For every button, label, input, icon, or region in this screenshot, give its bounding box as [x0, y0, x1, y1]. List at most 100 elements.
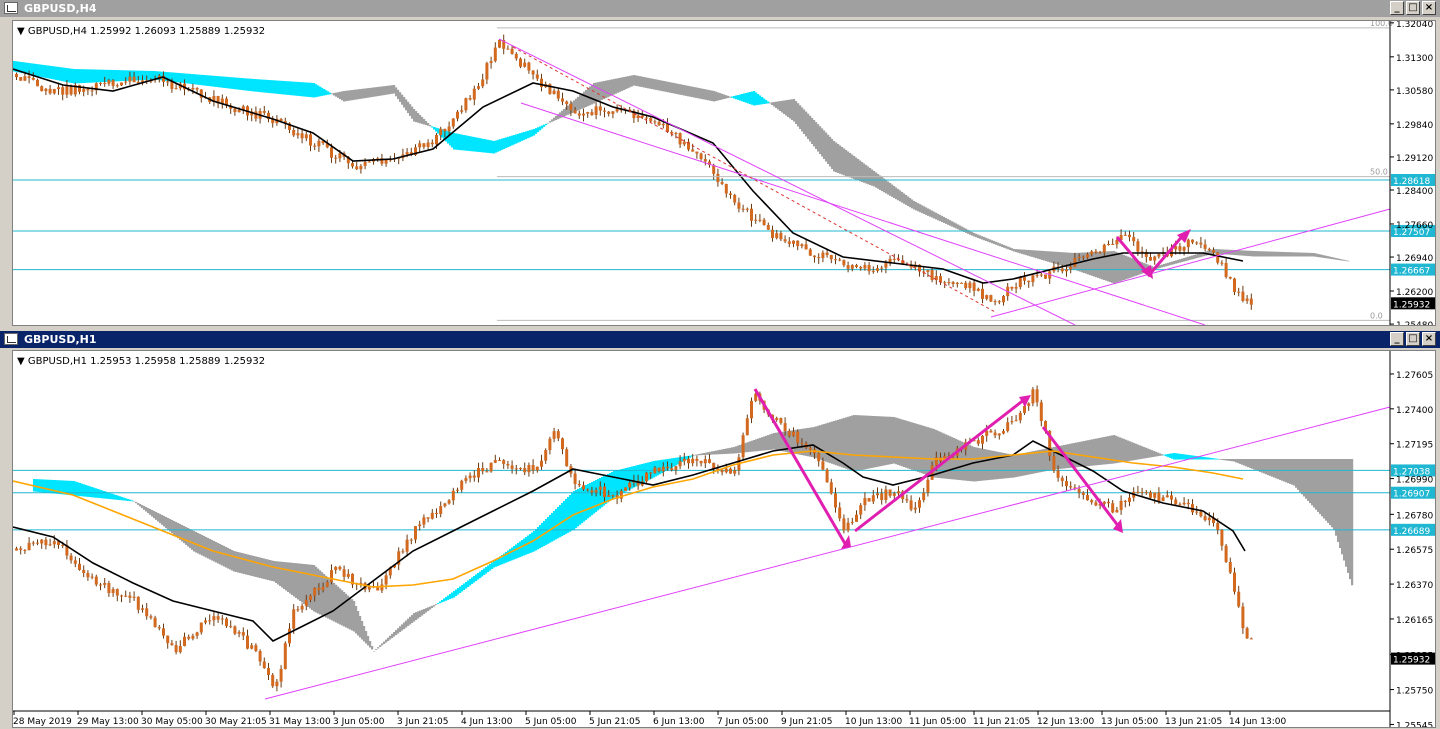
close-button[interactable]: × — [1422, 1, 1436, 15]
ichimoku-cloud-segment — [477, 573, 480, 580]
candle-body — [1081, 256, 1085, 258]
ichimoku-cloud-segment — [1087, 440, 1090, 467]
ichimoku-cloud-segment — [37, 479, 40, 492]
ichimoku-cloud-segment — [469, 136, 472, 152]
candle-body — [771, 229, 774, 239]
ichimoku-cloud-segment — [643, 463, 646, 483]
chart-area-h1[interactable]: 1.27038 1.26907 1.26689 28 May 2019 29 May 1… — [12, 350, 1436, 728]
ichimoku-cloud-segment — [843, 418, 846, 468]
ichimoku-cloud-segment — [435, 127, 438, 132]
candle-body — [1245, 628, 1249, 639]
candle-body — [1233, 572, 1236, 592]
chart-window-h4: GBPUSD,H4 _ □ × 1.28618 1.27507 1.26667 100… — [0, 0, 1440, 329]
ichimoku-cloud-segment — [461, 134, 464, 151]
ichimoku-cloud-segment — [1319, 459, 1322, 515]
ichimoku-cloud-segment — [979, 235, 982, 239]
ichimoku-cloud-segment — [213, 75, 216, 87]
ichimoku-cloud-segment — [937, 213, 940, 221]
candle-body — [926, 479, 930, 493]
candle-body — [699, 153, 703, 160]
candle-body — [191, 88, 195, 90]
candle-body — [863, 265, 867, 269]
ichimoku-cloud-segment — [241, 78, 244, 91]
price-tick-label: 1.26780 — [1396, 511, 1433, 521]
ichimoku-cloud-segment — [887, 181, 890, 195]
candle-body — [111, 589, 115, 594]
ichimoku-cloud-segment — [853, 156, 856, 179]
close-button[interactable]: × — [1422, 332, 1436, 346]
candle-body — [1224, 263, 1228, 277]
ichimoku-cloud-segment — [45, 65, 48, 78]
maximize-button[interactable]: □ — [1406, 332, 1420, 346]
ichimoku-cloud-segment — [981, 236, 984, 240]
ichimoku-cloud-segment — [639, 76, 642, 87]
ichimoku-cloud-segment — [391, 85, 394, 94]
ichimoku-cloud-segment — [297, 563, 300, 600]
ichimoku-cloud-segment — [105, 69, 108, 82]
ichimoku-cloud-segment — [741, 94, 744, 102]
candle-body — [456, 111, 459, 119]
ichimoku-cloud-segment — [125, 498, 128, 501]
ichimoku-cloud-segment — [1311, 459, 1314, 506]
maximize-button[interactable]: □ — [1406, 1, 1420, 15]
minimize-button[interactable]: _ — [1390, 1, 1404, 15]
ichimoku-cloud-segment — [849, 153, 852, 178]
price-tick-label: 1.28400 — [1396, 187, 1433, 197]
ichimoku-cloud-segment — [215, 75, 218, 87]
time-tick-label: 4 Jun 13:00 — [461, 717, 513, 727]
ichimoku-cloud-segment — [1055, 251, 1058, 265]
candle-body — [1161, 497, 1165, 502]
ichimoku-cloud-segment — [487, 565, 490, 572]
ichimoku-cloud-segment — [679, 84, 682, 95]
time-tick-label: 30 May 21:05 — [205, 717, 267, 727]
ichimoku-cloud-segment — [539, 126, 542, 131]
candle-body — [15, 548, 18, 551]
ichimoku-cloud-segment — [1351, 459, 1354, 586]
ichimoku-cloud-segment — [579, 488, 582, 525]
minimize-button[interactable]: _ — [1390, 332, 1404, 346]
chart-canvas-h1[interactable]: 1.270381.269071.2668928 May 2019 29 May 1… — [13, 351, 1435, 727]
candle-body — [464, 98, 468, 111]
time-tick-label: 10 Jun 13:00 — [845, 717, 902, 727]
ichimoku-cloud-segment — [373, 651, 376, 652]
candle-body — [930, 270, 934, 281]
ichimoku-cloud-segment — [1341, 259, 1344, 261]
ichimoku-cloud-segment — [1039, 250, 1042, 260]
title-bar-h1[interactable]: GBPUSD,H1 _ □ × — [0, 331, 1440, 348]
ichimoku-cloud-segment — [501, 138, 504, 150]
ichimoku-cloud-segment — [957, 439, 960, 480]
ichimoku-cloud-segment — [493, 141, 496, 154]
candle-body — [73, 560, 77, 564]
ichimoku-cloud-segment — [123, 70, 126, 81]
candle-body — [82, 569, 86, 574]
candle-body — [485, 471, 489, 473]
ichimoku-cloud-segment — [227, 548, 230, 569]
ichimoku-cloud-segment — [1237, 459, 1240, 464]
candle-body — [577, 113, 581, 116]
candle-body — [741, 435, 745, 458]
candle-body — [1182, 502, 1186, 505]
ichimoku-cloud-segment — [1171, 261, 1174, 265]
ichimoku-cloud-segment — [1165, 263, 1168, 267]
candle-body — [346, 573, 350, 577]
title-bar-h4[interactable]: GBPUSD,H4 _ □ × — [0, 0, 1440, 17]
candle-body — [859, 266, 863, 269]
ichimoku-cloud-segment — [335, 92, 338, 97]
ichimoku-cloud-segment — [1095, 251, 1098, 278]
ichimoku-cloud-segment — [1133, 259, 1136, 277]
candle-body — [678, 461, 682, 467]
ichimoku-cloud-segment — [1307, 459, 1310, 501]
candle-body — [141, 608, 144, 610]
candle-body — [968, 282, 972, 289]
chart-canvas-h4[interactable]: 1.286181.275071.26667100.050.00.01.32040… — [13, 21, 1435, 325]
ichimoku-cloud-segment — [1131, 258, 1134, 278]
candle-body — [195, 632, 199, 636]
chart-area-h4[interactable]: 1.28618 1.27507 1.26667 100.0 50.0 0.0 1.32040… — [12, 20, 1436, 326]
price-tick-label: 1.31300 — [1396, 54, 1433, 64]
candle-body — [414, 526, 417, 540]
candle-body — [1178, 246, 1182, 251]
candle-body — [334, 157, 338, 159]
ichimoku-cloud-segment — [1343, 259, 1346, 261]
ichimoku-cloud-segment — [955, 223, 958, 229]
ichimoku-cloud-segment — [815, 122, 818, 149]
